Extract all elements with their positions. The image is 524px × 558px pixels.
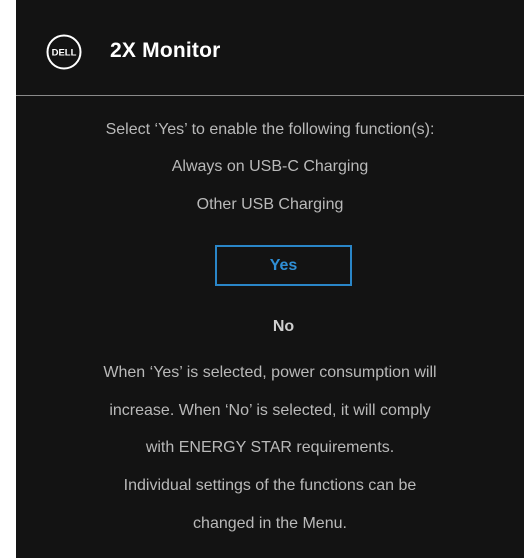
dialog-header: DELL 2X Monitor: [16, 0, 524, 95]
no-button[interactable]: No: [215, 306, 352, 347]
notice-line: changed in the Menu.: [193, 515, 347, 532]
notice-line: Individual settings of the functions can…: [123, 477, 417, 494]
instruction-text: Select ‘Yes’ to enable the following fun…: [105, 121, 435, 138]
function-item-usb-c: Always on USB-C Charging: [171, 158, 369, 175]
dell-logo-text: DELL: [52, 48, 77, 59]
notice-line: When ‘Yes’ is selected, power consumptio…: [103, 364, 437, 381]
dell-logo: DELL: [46, 34, 82, 70]
dialog-title: 2X Monitor: [110, 39, 221, 62]
monitor-osd-dialog: DELL 2X Monitor Select ‘Yes’ to enable t…: [16, 0, 524, 558]
header-divider: [16, 95, 524, 96]
notice-line: with ENERGY STAR requirements.: [145, 439, 395, 456]
function-item-other-usb: Other USB Charging: [196, 196, 344, 213]
yes-button[interactable]: Yes: [215, 245, 352, 286]
notice-line: increase. When ‘No’ is selected, it will…: [109, 402, 431, 419]
